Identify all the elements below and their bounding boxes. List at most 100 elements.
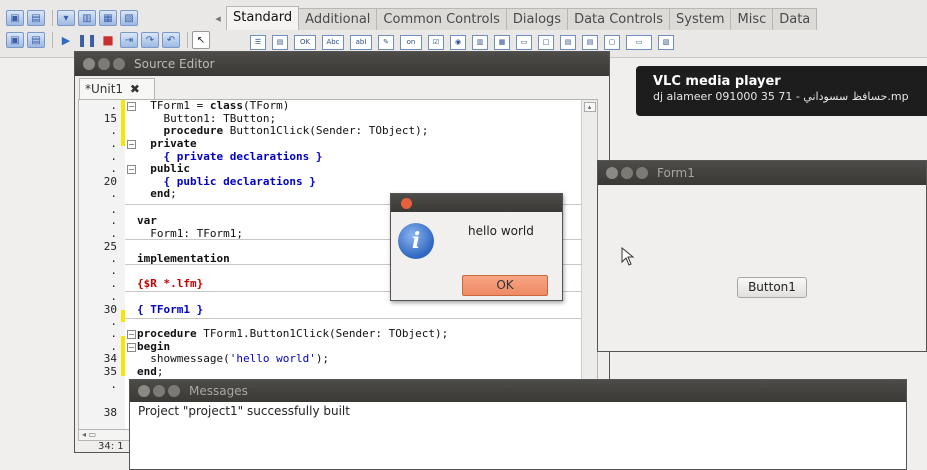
tab-data[interactable]: Data (772, 8, 818, 30)
fold-toggle-icon[interactable]: − (127, 330, 136, 339)
form1-window: Form1 Button1 (597, 160, 927, 352)
close-window-icon[interactable] (606, 167, 618, 179)
toolbar-separator (52, 32, 53, 48)
code-line[interactable]: var (137, 214, 157, 228)
minimize-window-icon[interactable] (98, 58, 110, 70)
new-form-icon[interactable]: ▤ (27, 10, 45, 26)
code-divider (125, 318, 597, 319)
tab-additional[interactable]: Additional (298, 8, 378, 30)
component-palette-tabs: ◂ Standard Additional Common Controls Di… (210, 6, 818, 30)
view-forms-icon[interactable]: ▤ (27, 32, 45, 48)
line-number: 38 (103, 406, 117, 419)
tmainmenu-component-icon[interactable]: ☰ (250, 34, 266, 50)
code-line[interactable]: procedure TForm1.Button1Click(Sender: TO… (137, 327, 448, 341)
line-number: . (110, 277, 117, 290)
maximize-window-icon[interactable] (636, 167, 648, 179)
tradiobutton-component-icon[interactable]: ◉ (450, 34, 466, 50)
tab-unit1[interactable]: *Unit1 ✖ (79, 78, 155, 100)
line-number: . (110, 290, 117, 303)
info-icon: i (398, 223, 434, 259)
tab-unit1-label: *Unit1 (85, 82, 124, 96)
ttogglebox-component-icon[interactable]: on (400, 34, 422, 50)
pause-icon[interactable]: ❚❚ (77, 32, 97, 48)
tlabel-component-icon[interactable]: Abc (322, 34, 344, 50)
tpanel-component-icon[interactable]: ▢ (604, 34, 620, 50)
tcombobox-component-icon[interactable]: ▦ (494, 34, 510, 50)
code-line[interactable]: { TForm1 } (137, 303, 203, 317)
maximize-window-icon[interactable] (168, 385, 180, 397)
form1-titlebar[interactable]: Form1 (598, 161, 926, 185)
vlc-title: VLC media player (653, 74, 781, 89)
line-number: 34 (103, 352, 117, 365)
toolbar-separator (52, 10, 53, 26)
toggle-form-unit-icon[interactable]: ▧ (120, 10, 138, 26)
save-all-icon[interactable]: ▦ (99, 10, 117, 26)
tab-standard[interactable]: Standard (226, 6, 300, 30)
messages-titlebar[interactable]: Messages (130, 380, 906, 402)
button1[interactable]: Button1 (737, 277, 807, 298)
tab-dialogs[interactable]: Dialogs (505, 8, 569, 30)
tbutton-component-icon[interactable]: OK (294, 34, 316, 50)
tactionlist-component-icon[interactable]: ▧ (658, 34, 674, 50)
save-icon[interactable]: ▥ (78, 10, 96, 26)
line-number-gutter: . 15.... 20.... 25.... 30... 34 35. 38 (79, 100, 125, 429)
code-line[interactable]: public (137, 162, 190, 176)
tcheckgroup-component-icon[interactable]: ▤ (582, 34, 598, 50)
step-out-icon[interactable]: ↶ (162, 32, 180, 48)
vlc-track-name: dj alameer 091000 35 71 - حسافظ سسوداني.… (653, 90, 909, 103)
component-palette: ☰ ▤ OK Abc abI ✎ on ☑ ◉ ▥ ▦ ▭ □ ▤ ▤ ▢ ▭ … (250, 32, 680, 52)
tlistbox-component-icon[interactable]: ▥ (472, 34, 488, 50)
tabs-scroll-left-icon[interactable]: ◂ (210, 8, 226, 30)
code-line[interactable]: end; (137, 365, 164, 379)
scroll-up-icon[interactable]: ▴ (583, 102, 596, 112)
fold-toggle-icon[interactable]: − (127, 343, 136, 352)
step-into-icon[interactable]: ⇥ (120, 32, 138, 48)
tradiogroup-component-icon[interactable]: ▤ (560, 34, 576, 50)
minimize-window-icon[interactable] (153, 385, 165, 397)
tmemo-component-icon[interactable]: ✎ (378, 34, 394, 50)
code-line[interactable]: private (137, 137, 196, 151)
select-pointer-icon[interactable]: ↖ (192, 31, 210, 49)
open-file-icon[interactable]: ▾ (57, 10, 75, 26)
vlc-notification[interactable]: VLC media player dj alameer 091000 35 71… (636, 66, 927, 116)
minimize-window-icon[interactable] (621, 167, 633, 179)
ide-toolbar-area: ▣ ▤ ▾ ▥ ▦ ▧ ▣ ▤ ▶ ❚❚ ■ ⇥ ↷ ↶ ↖ ◂ Standar… (0, 0, 927, 58)
message-dialog-titlebar[interactable] (391, 194, 562, 212)
line-number: . (110, 378, 117, 391)
main-toolbar-row-2: ▣ ▤ ▶ ❚❚ ■ ⇥ ↷ ↶ ↖ (6, 29, 213, 51)
fold-toggle-icon[interactable]: − (127, 102, 136, 111)
line-number: . (110, 264, 117, 277)
tab-misc[interactable]: Misc (730, 8, 774, 30)
code-line[interactable]: end; (137, 187, 177, 201)
fold-toggle-icon[interactable]: − (127, 140, 136, 149)
tframe-component-icon[interactable]: ▭ (626, 34, 652, 50)
tscrollbar-component-icon[interactable]: ▭ (516, 34, 532, 50)
code-line[interactable]: {$R *.lfm} (137, 277, 203, 291)
line-number: . (110, 162, 117, 175)
code-line[interactable]: TForm1 = class(TForm) (137, 100, 289, 113)
view-units-icon[interactable]: ▣ (6, 32, 24, 48)
toolbar-separator (187, 32, 188, 48)
source-editor-titlebar[interactable]: Source Editor (75, 52, 609, 76)
tedit-component-icon[interactable]: abI (350, 34, 372, 50)
tab-data-controls[interactable]: Data Controls (567, 8, 670, 30)
tcheckbox-component-icon[interactable]: ☑ (428, 34, 444, 50)
close-tab-icon[interactable]: ✖ (130, 82, 140, 96)
tgroupbox-component-icon[interactable]: □ (538, 34, 554, 50)
tab-system[interactable]: System (669, 8, 732, 30)
code-line[interactable]: procedure Button1Click(Sender: TObject); (137, 124, 429, 138)
tab-common-controls[interactable]: Common Controls (376, 8, 507, 30)
close-window-icon[interactable] (401, 197, 412, 209)
code-line[interactable]: showmessage('hello world'); (137, 352, 329, 366)
close-window-icon[interactable] (138, 385, 150, 397)
fold-toggle-icon[interactable]: − (127, 165, 136, 174)
maximize-window-icon[interactable] (113, 58, 125, 70)
build-message[interactable]: Project "project1" successfully built (138, 404, 350, 418)
tpopupmenu-component-icon[interactable]: ▤ (272, 34, 288, 50)
step-over-icon[interactable]: ↷ (141, 32, 159, 48)
stop-icon[interactable]: ■ (99, 32, 117, 48)
ok-button[interactable]: OK (462, 275, 548, 296)
close-window-icon[interactable] (83, 58, 95, 70)
run-icon[interactable]: ▶ (57, 32, 75, 48)
new-unit-icon[interactable]: ▣ (6, 10, 24, 26)
